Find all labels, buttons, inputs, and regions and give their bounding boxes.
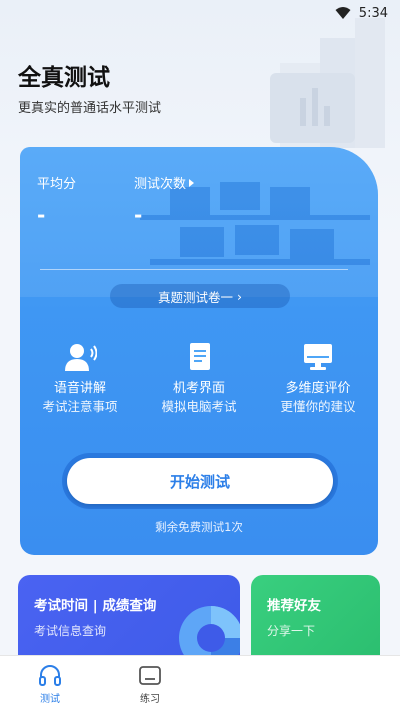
exam-info-title: 考试时间 | 成绩查询 <box>34 598 157 614</box>
status-time: 5:34 <box>358 5 388 21</box>
tab-practice[interactable]: 练习 <box>100 656 200 710</box>
test-count-value: - <box>134 203 143 227</box>
feature-exam-interface[interactable]: 机考界面 模拟电脑考试 <box>139 342 259 416</box>
feature-name: 语音讲解 <box>53 381 106 396</box>
wifi-icon <box>335 7 351 19</box>
feature-desc: 模拟电脑考试 <box>161 399 237 414</box>
pie-chart-icon <box>179 606 240 655</box>
triangle-right-icon <box>189 179 195 187</box>
feature-multi-evaluation[interactable]: 多维度评价 更懂你的建议 <box>258 342 378 416</box>
test-card: 平均分 测试次数 - - 真题测试卷一 › 语音讲解 考试注意事项 机考界面 模… <box>20 147 378 555</box>
exam-room-photo <box>20 147 378 297</box>
monitor-icon <box>304 344 332 370</box>
feature-desc: 更懂你的建议 <box>280 399 356 414</box>
headphones-icon <box>39 665 61 686</box>
test-count-label: 测试次数 <box>134 177 187 192</box>
exam-info-card[interactable]: 考试时间 | 成绩查询 考试信息查询 <box>18 575 240 655</box>
chevron-right-icon: › <box>237 288 242 304</box>
recommend-title: 推荐好友 <box>267 598 321 614</box>
remaining-free-tests: 剩余免费测试1次 <box>155 520 243 534</box>
feature-voice-guide[interactable]: 语音讲解 考试注意事项 <box>20 342 140 416</box>
bottom-tab-bar: 测试 练习 <box>0 655 400 710</box>
recommend-subtitle: 分享一下 <box>267 624 316 638</box>
exam-info-subtitle: 考试信息查询 <box>34 624 107 638</box>
divider <box>40 269 348 270</box>
folder-icon <box>139 666 161 685</box>
paper-selector-label: 真题测试卷一 <box>157 289 233 305</box>
start-test-button[interactable]: 开始测试 <box>67 458 333 504</box>
test-count-link[interactable]: 测试次数 <box>134 173 195 192</box>
building-illustration <box>270 18 385 148</box>
feature-name: 机考界面 <box>172 381 225 396</box>
avg-score-label: 平均分 <box>37 177 77 192</box>
feature-name: 多维度评价 <box>285 381 351 396</box>
document-icon <box>190 343 210 370</box>
feature-list: 语音讲解 考试注意事项 机考界面 模拟电脑考试 多维度评价 更懂你的建议 <box>20 342 378 422</box>
page-title: 全真测试 <box>18 65 110 91</box>
tab-test[interactable]: 测试 <box>0 656 100 710</box>
page-subtitle: 更真实的普通话水平测试 <box>18 101 162 116</box>
avg-score-value: - <box>37 203 46 227</box>
recommend-friend-card[interactable]: 推荐好友 分享一下 <box>251 575 380 655</box>
feature-desc: 考试注意事项 <box>42 399 118 414</box>
tab-practice-label: 练习 <box>140 694 160 705</box>
start-button-ring: 开始测试 <box>62 453 338 509</box>
tab-test-label: 测试 <box>40 694 60 705</box>
voice-user-icon <box>65 344 97 371</box>
paper-selector[interactable]: 真题测试卷一 › <box>110 284 290 308</box>
status-bar: 5:34 <box>0 0 400 26</box>
